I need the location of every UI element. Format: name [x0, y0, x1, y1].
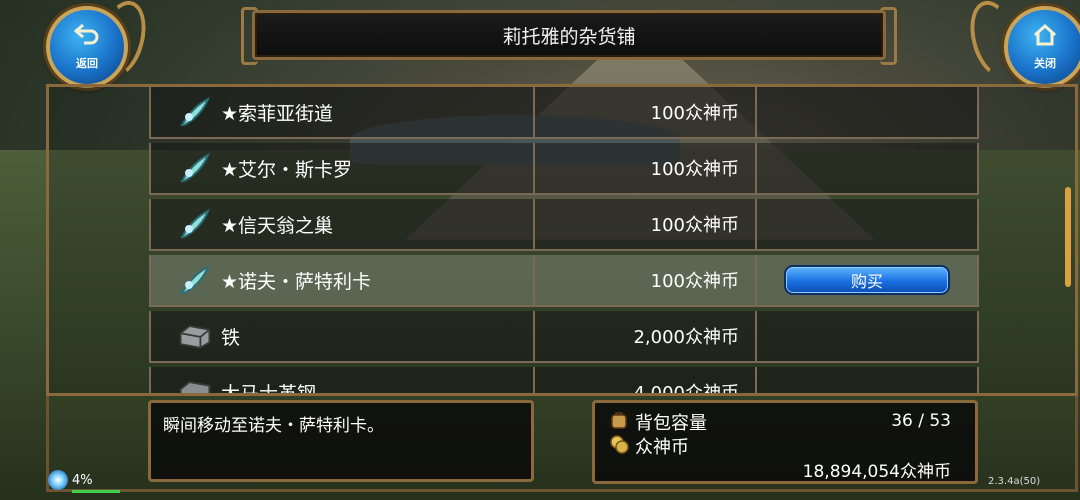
status-indicator: 4%	[48, 470, 93, 490]
item-name: ★艾尔・斯卡罗	[221, 158, 353, 181]
shop-item-row[interactable]: ★艾尔・斯卡罗 100众神币	[149, 143, 979, 195]
back-arrow-icon	[50, 23, 124, 51]
item-action-cell	[757, 311, 979, 361]
item-description: 瞬间移动至诺夫・萨特利卡。	[163, 416, 384, 436]
steel-ingot-icon	[177, 374, 213, 393]
shop-item-row[interactable]: 铁 2,000众神币	[149, 311, 979, 363]
item-price: 100众神币	[535, 255, 757, 305]
item-name-cell: ★艾尔・斯卡罗	[149, 143, 535, 193]
capacity-value: 36 / 53	[891, 411, 951, 431]
shop-list-frame: ★索菲亚街道 100众神币 ★艾尔・斯卡罗 100众神币 ★信天翁之巢 100众…	[46, 84, 1078, 396]
back-button-label: 返回	[76, 57, 98, 70]
capacity-row: 背包容量	[609, 409, 707, 435]
shop-item-row-selected[interactable]: ★诺夫・萨特利卡 100众神币 购买	[149, 255, 979, 307]
item-name-cell: 铁	[149, 311, 535, 361]
currency-value: 18,894,054众神币	[802, 462, 951, 482]
item-price: 100众神币	[535, 199, 757, 249]
item-name: ★索菲亚街道	[221, 102, 334, 125]
item-price: 100众神币	[535, 87, 757, 137]
close-button-label: 关闭	[1034, 57, 1056, 70]
item-name: 铁	[221, 326, 241, 349]
feather-scroll-icon	[177, 206, 213, 242]
item-name: 大马士革钢	[221, 379, 316, 394]
item-name: ★诺夫・萨特利卡	[221, 270, 372, 293]
buy-button[interactable]: 购买	[784, 265, 950, 295]
item-description-panel: 瞬间移动至诺夫・萨特利卡。	[148, 400, 534, 482]
version-label: 2.3.4a(50)	[988, 476, 1041, 487]
shop-item-row[interactable]: 大马士革钢 4,000众神币	[149, 367, 979, 393]
feather-scroll-icon	[177, 94, 213, 130]
status-progress-bar	[72, 490, 120, 493]
feather-scroll-icon	[177, 150, 213, 186]
shop-item-list[interactable]: ★索菲亚街道 100众神币 ★艾尔・斯卡罗 100众神币 ★信天翁之巢 100众…	[149, 87, 1029, 393]
currency-row: 众神币	[609, 433, 689, 459]
capacity-label: 背包容量	[635, 413, 707, 434]
iron-ingot-icon	[177, 318, 213, 354]
item-price: 2,000众神币	[535, 311, 757, 361]
item-name-cell: ★信天翁之巢	[149, 199, 535, 249]
coin-icon	[609, 434, 629, 459]
shop-title-bar: 莉托雅的杂货铺	[241, 7, 897, 65]
item-action-cell	[757, 143, 979, 193]
item-name-cell: 大马士革钢	[149, 367, 535, 393]
item-price: 100众神币	[535, 143, 757, 193]
shop-item-row[interactable]: ★信天翁之巢 100众神币	[149, 199, 979, 251]
feather-scroll-icon	[177, 262, 213, 298]
item-action-cell	[757, 367, 979, 393]
network-orb-icon	[48, 470, 68, 490]
back-button[interactable]: 返回	[46, 6, 128, 88]
status-percent: 4%	[72, 472, 93, 488]
list-scrollbar[interactable]	[1065, 187, 1071, 287]
inventory-panel: 背包容量 36 / 53 众神币 18,894,054众神币	[592, 400, 978, 484]
close-button[interactable]: 关闭	[1004, 6, 1080, 88]
shop-item-row[interactable]: ★索菲亚街道 100众神币	[149, 87, 979, 139]
backpack-icon	[609, 410, 629, 435]
item-name-cell: ★索菲亚街道	[149, 87, 535, 137]
item-action-cell	[757, 199, 979, 249]
item-action-cell	[757, 87, 979, 137]
item-name: ★信天翁之巢	[221, 214, 334, 237]
item-name-cell: ★诺夫・萨特利卡	[149, 255, 535, 305]
home-icon	[1008, 23, 1080, 53]
page-title: 莉托雅的杂货铺	[502, 26, 636, 48]
currency-label: 众神币	[635, 437, 689, 458]
item-action-cell: 购买	[757, 255, 979, 305]
item-price: 4,000众神币	[535, 367, 757, 393]
